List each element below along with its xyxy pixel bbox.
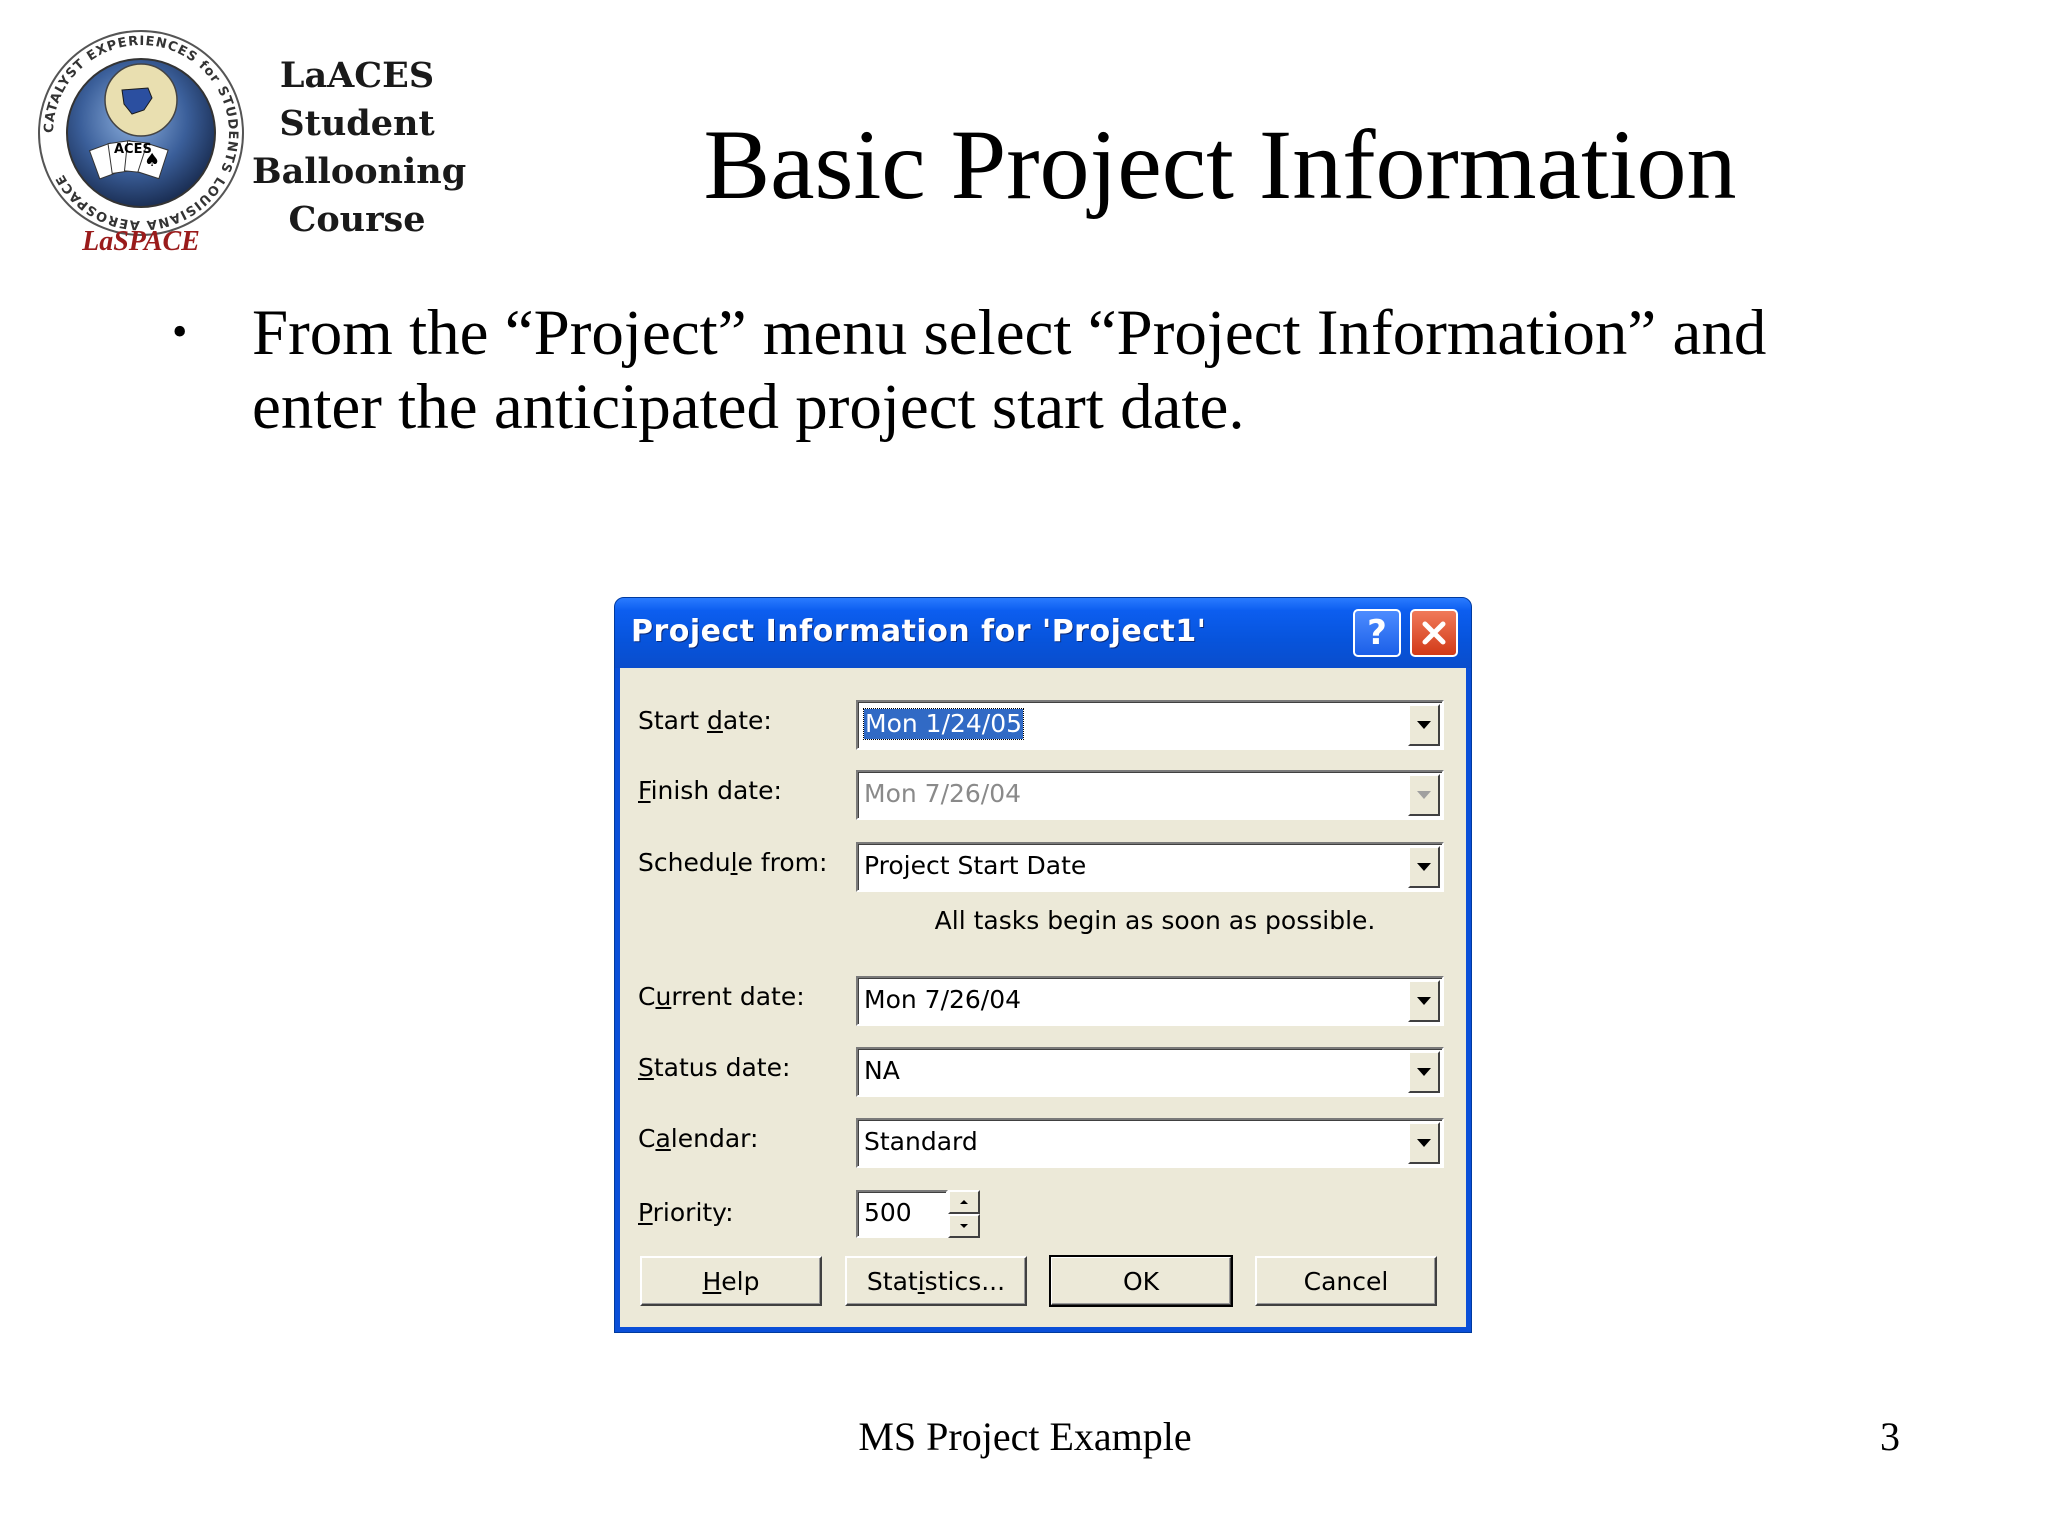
course-name: LaACES Student Ballooning Course	[252, 52, 467, 244]
priority-label: Priority:	[638, 1198, 734, 1227]
schedule-info-text: All tasks begin as soon as possible.	[934, 906, 1376, 935]
page-number: 3	[1880, 1414, 1900, 1459]
chevron-down-icon	[1417, 1068, 1431, 1076]
priority-stepper[interactable]	[948, 1190, 980, 1238]
status-date-value[interactable]: NA	[864, 1056, 900, 1086]
course-line: Student	[279, 103, 435, 144]
help-title-button[interactable]: ?	[1353, 609, 1401, 657]
schedule-from-value: Project Start Date	[864, 851, 1087, 880]
current-date-dropdown-button[interactable]	[1408, 980, 1440, 1022]
finish-date-combo: Mon 7/26/04	[856, 770, 1444, 820]
slide-title: Basic Project Information	[703, 109, 1737, 220]
finish-date-label: Finish date:	[638, 776, 782, 805]
priority-value[interactable]: 500	[864, 1198, 912, 1228]
logo-wordmark: LaSPACE	[81, 226, 200, 256]
statistics-button[interactable]: Stat i stics...	[845, 1256, 1027, 1306]
start-date-label: Start date:	[638, 706, 772, 735]
dialog-title: Project Information for 'Project1'	[631, 614, 1207, 649]
help-button[interactable]: Help	[640, 1256, 822, 1306]
cancel-button[interactable]: Cancel	[1255, 1256, 1437, 1306]
schedule-from-dropdown-button[interactable]	[1408, 846, 1440, 888]
finish-date-dropdown-button	[1408, 774, 1440, 816]
course-line: LaACES	[279, 55, 435, 96]
current-date-label: Current date:	[638, 982, 805, 1011]
dialog-titlebar[interactable]: Project Information for 'Project1' ?	[615, 598, 1471, 668]
start-date-combo[interactable]: Mon 1/24/05	[856, 700, 1444, 750]
laaces-logo-seal: ♠ ACES CATALYST EXPERIENCES for STUDENTS…	[38, 30, 244, 256]
priority-up-button[interactable]	[948, 1190, 980, 1214]
chevron-down-icon	[1417, 1139, 1431, 1147]
calendar-label: Calendar:	[638, 1124, 759, 1153]
logo-inner-text: ACES	[114, 142, 152, 157]
chevron-down-icon	[1417, 863, 1431, 871]
chevron-down-icon	[1417, 791, 1431, 799]
project-information-dialog: Project Information for 'Project1' ? Sta…	[614, 597, 1472, 1333]
course-line: Ballooning	[252, 151, 467, 192]
chevron-down-icon	[960, 1224, 968, 1228]
bullet-text: From the “Project” menu select “Project …	[252, 297, 1767, 443]
bullet-marker: •	[172, 307, 188, 356]
ok-button[interactable]: OK	[1049, 1255, 1233, 1307]
status-date-combo[interactable]: NA	[856, 1047, 1444, 1097]
chevron-down-icon	[1417, 997, 1431, 1005]
start-date-dropdown-button[interactable]	[1408, 704, 1440, 746]
current-date-value[interactable]: Mon 7/26/04	[864, 985, 1021, 1015]
priority-input[interactable]: 500	[856, 1190, 948, 1238]
status-date-dropdown-button[interactable]	[1408, 1051, 1440, 1093]
slide-footer: MS Project Example	[858, 1414, 1192, 1459]
dialog-body: Start date: Mon 1/24/05 Finish date: Mon…	[620, 668, 1466, 1327]
schedule-from-select[interactable]: Project Start Date	[856, 842, 1444, 892]
course-line: Course	[288, 199, 426, 240]
calendar-dropdown-button[interactable]	[1408, 1122, 1440, 1164]
calendar-value: Standard	[864, 1127, 978, 1156]
close-button[interactable]	[1410, 609, 1458, 657]
status-date-label: Status date:	[638, 1053, 791, 1082]
close-icon	[1422, 621, 1446, 645]
finish-date-value: Mon 7/26/04	[864, 779, 1022, 808]
question-mark-icon: ?	[1367, 613, 1387, 653]
current-date-combo[interactable]: Mon 7/26/04	[856, 976, 1444, 1026]
schedule-from-label: Schedule from:	[638, 848, 828, 877]
calendar-select[interactable]: Standard	[856, 1118, 1444, 1168]
priority-down-button[interactable]	[948, 1214, 980, 1238]
chevron-down-icon	[1417, 721, 1431, 729]
start-date-value[interactable]: Mon 1/24/05	[862, 708, 1025, 740]
chevron-up-icon	[960, 1200, 968, 1204]
